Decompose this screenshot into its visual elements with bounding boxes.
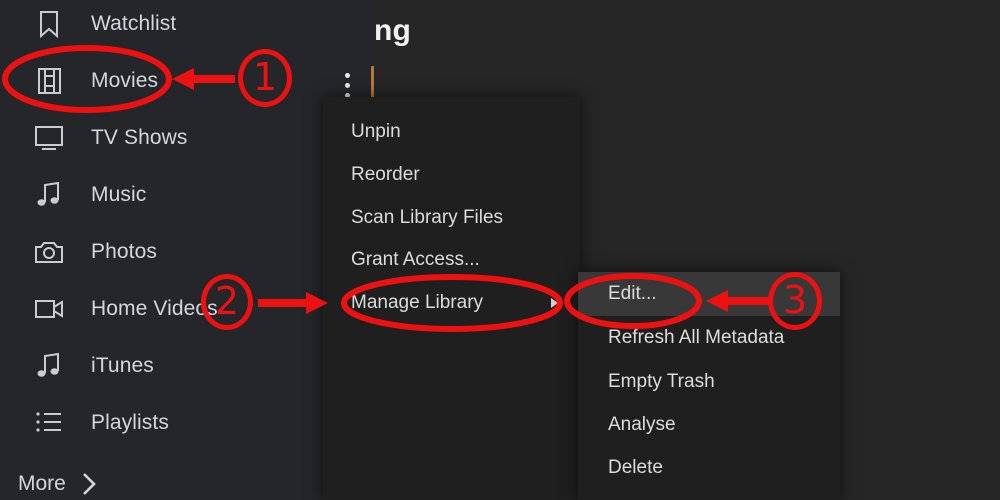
submenu-item-label: Empty Trash <box>608 371 715 392</box>
sidebar-item-itunes[interactable]: iTunes <box>0 343 372 389</box>
submenu-item-label: Delete <box>608 457 663 478</box>
sidebar-item-label: Photos <box>91 240 157 263</box>
sidebar-item-watchlist[interactable]: Watchlist <box>0 1 372 47</box>
annotation-number-1: 1 <box>238 49 292 107</box>
sidebar-item-label: Home Videos <box>91 297 218 320</box>
app-window: Watchlist Movies TV Shows Music Photos H… <box>0 0 1000 500</box>
submenu-arrow-icon <box>551 297 558 308</box>
submenu-item-label: Refresh All Metadata <box>608 327 785 348</box>
chevron-right-icon <box>80 471 98 497</box>
menu-item-unpin[interactable]: Unpin <box>323 110 580 153</box>
menu-item-reorder[interactable]: Reorder <box>323 153 580 196</box>
sidebar-item-movies[interactable]: Movies <box>0 58 372 104</box>
sidebar-item-label: Watchlist <box>91 12 177 35</box>
submenu-item-delete[interactable]: Delete <box>578 446 840 490</box>
context-menu: Unpin Reorder Scan Library Files Grant A… <box>323 97 580 500</box>
sidebar-item-label: TV Shows <box>91 126 188 149</box>
page-title: ng <box>374 14 412 47</box>
music-note-icon <box>32 180 66 210</box>
menu-item-scan-library-files[interactable]: Scan Library Files <box>323 196 580 239</box>
sidebar: Watchlist Movies TV Shows Music Photos H… <box>0 0 372 500</box>
menu-item-label: Grant Access... <box>351 248 480 270</box>
menu-item-manage-library[interactable]: Manage Library <box>323 281 580 324</box>
submenu-item-label: Edit... <box>608 283 657 304</box>
sidebar-item-label: Movies <box>91 69 159 92</box>
submenu-item-empty-trash[interactable]: Empty Trash <box>578 360 840 404</box>
kebab-dot <box>345 82 350 88</box>
bookmark-icon <box>32 9 66 39</box>
annotation-number-2: 2 <box>201 274 253 330</box>
sidebar-item-home-videos[interactable]: Home Videos <box>0 286 372 332</box>
television-icon <box>32 123 66 153</box>
menu-item-grant-access[interactable]: Grant Access... <box>323 238 580 281</box>
annotation-number-3: 3 <box>768 272 822 330</box>
menu-item-label: Unpin <box>351 120 401 142</box>
sidebar-item-playlists[interactable]: Playlists <box>0 400 372 446</box>
menu-item-label: Manage Library <box>351 291 484 313</box>
sidebar-item-tv-shows[interactable]: TV Shows <box>0 115 372 161</box>
video-camera-icon <box>32 294 66 324</box>
menu-item-label: Scan Library Files <box>351 206 504 228</box>
sidebar-item-music[interactable]: Music <box>0 172 372 218</box>
sidebar-item-label: Playlists <box>91 411 169 434</box>
sidebar-more-button[interactable]: More <box>0 462 98 500</box>
submenu-item-label: Analyse <box>608 414 676 435</box>
submenu-item-analyse[interactable]: Analyse <box>578 403 840 447</box>
kebab-dot <box>345 72 350 78</box>
film-strip-icon <box>32 66 66 96</box>
sidebar-item-label: Music <box>91 183 147 206</box>
camera-icon <box>32 237 66 267</box>
sidebar-more-label: More <box>18 472 66 495</box>
menu-item-label: Reorder <box>351 163 420 185</box>
list-icon <box>32 408 66 438</box>
sidebar-item-label: iTunes <box>91 354 154 377</box>
sidebar-item-photos[interactable]: Photos <box>0 229 372 275</box>
music-note-icon <box>32 351 66 381</box>
